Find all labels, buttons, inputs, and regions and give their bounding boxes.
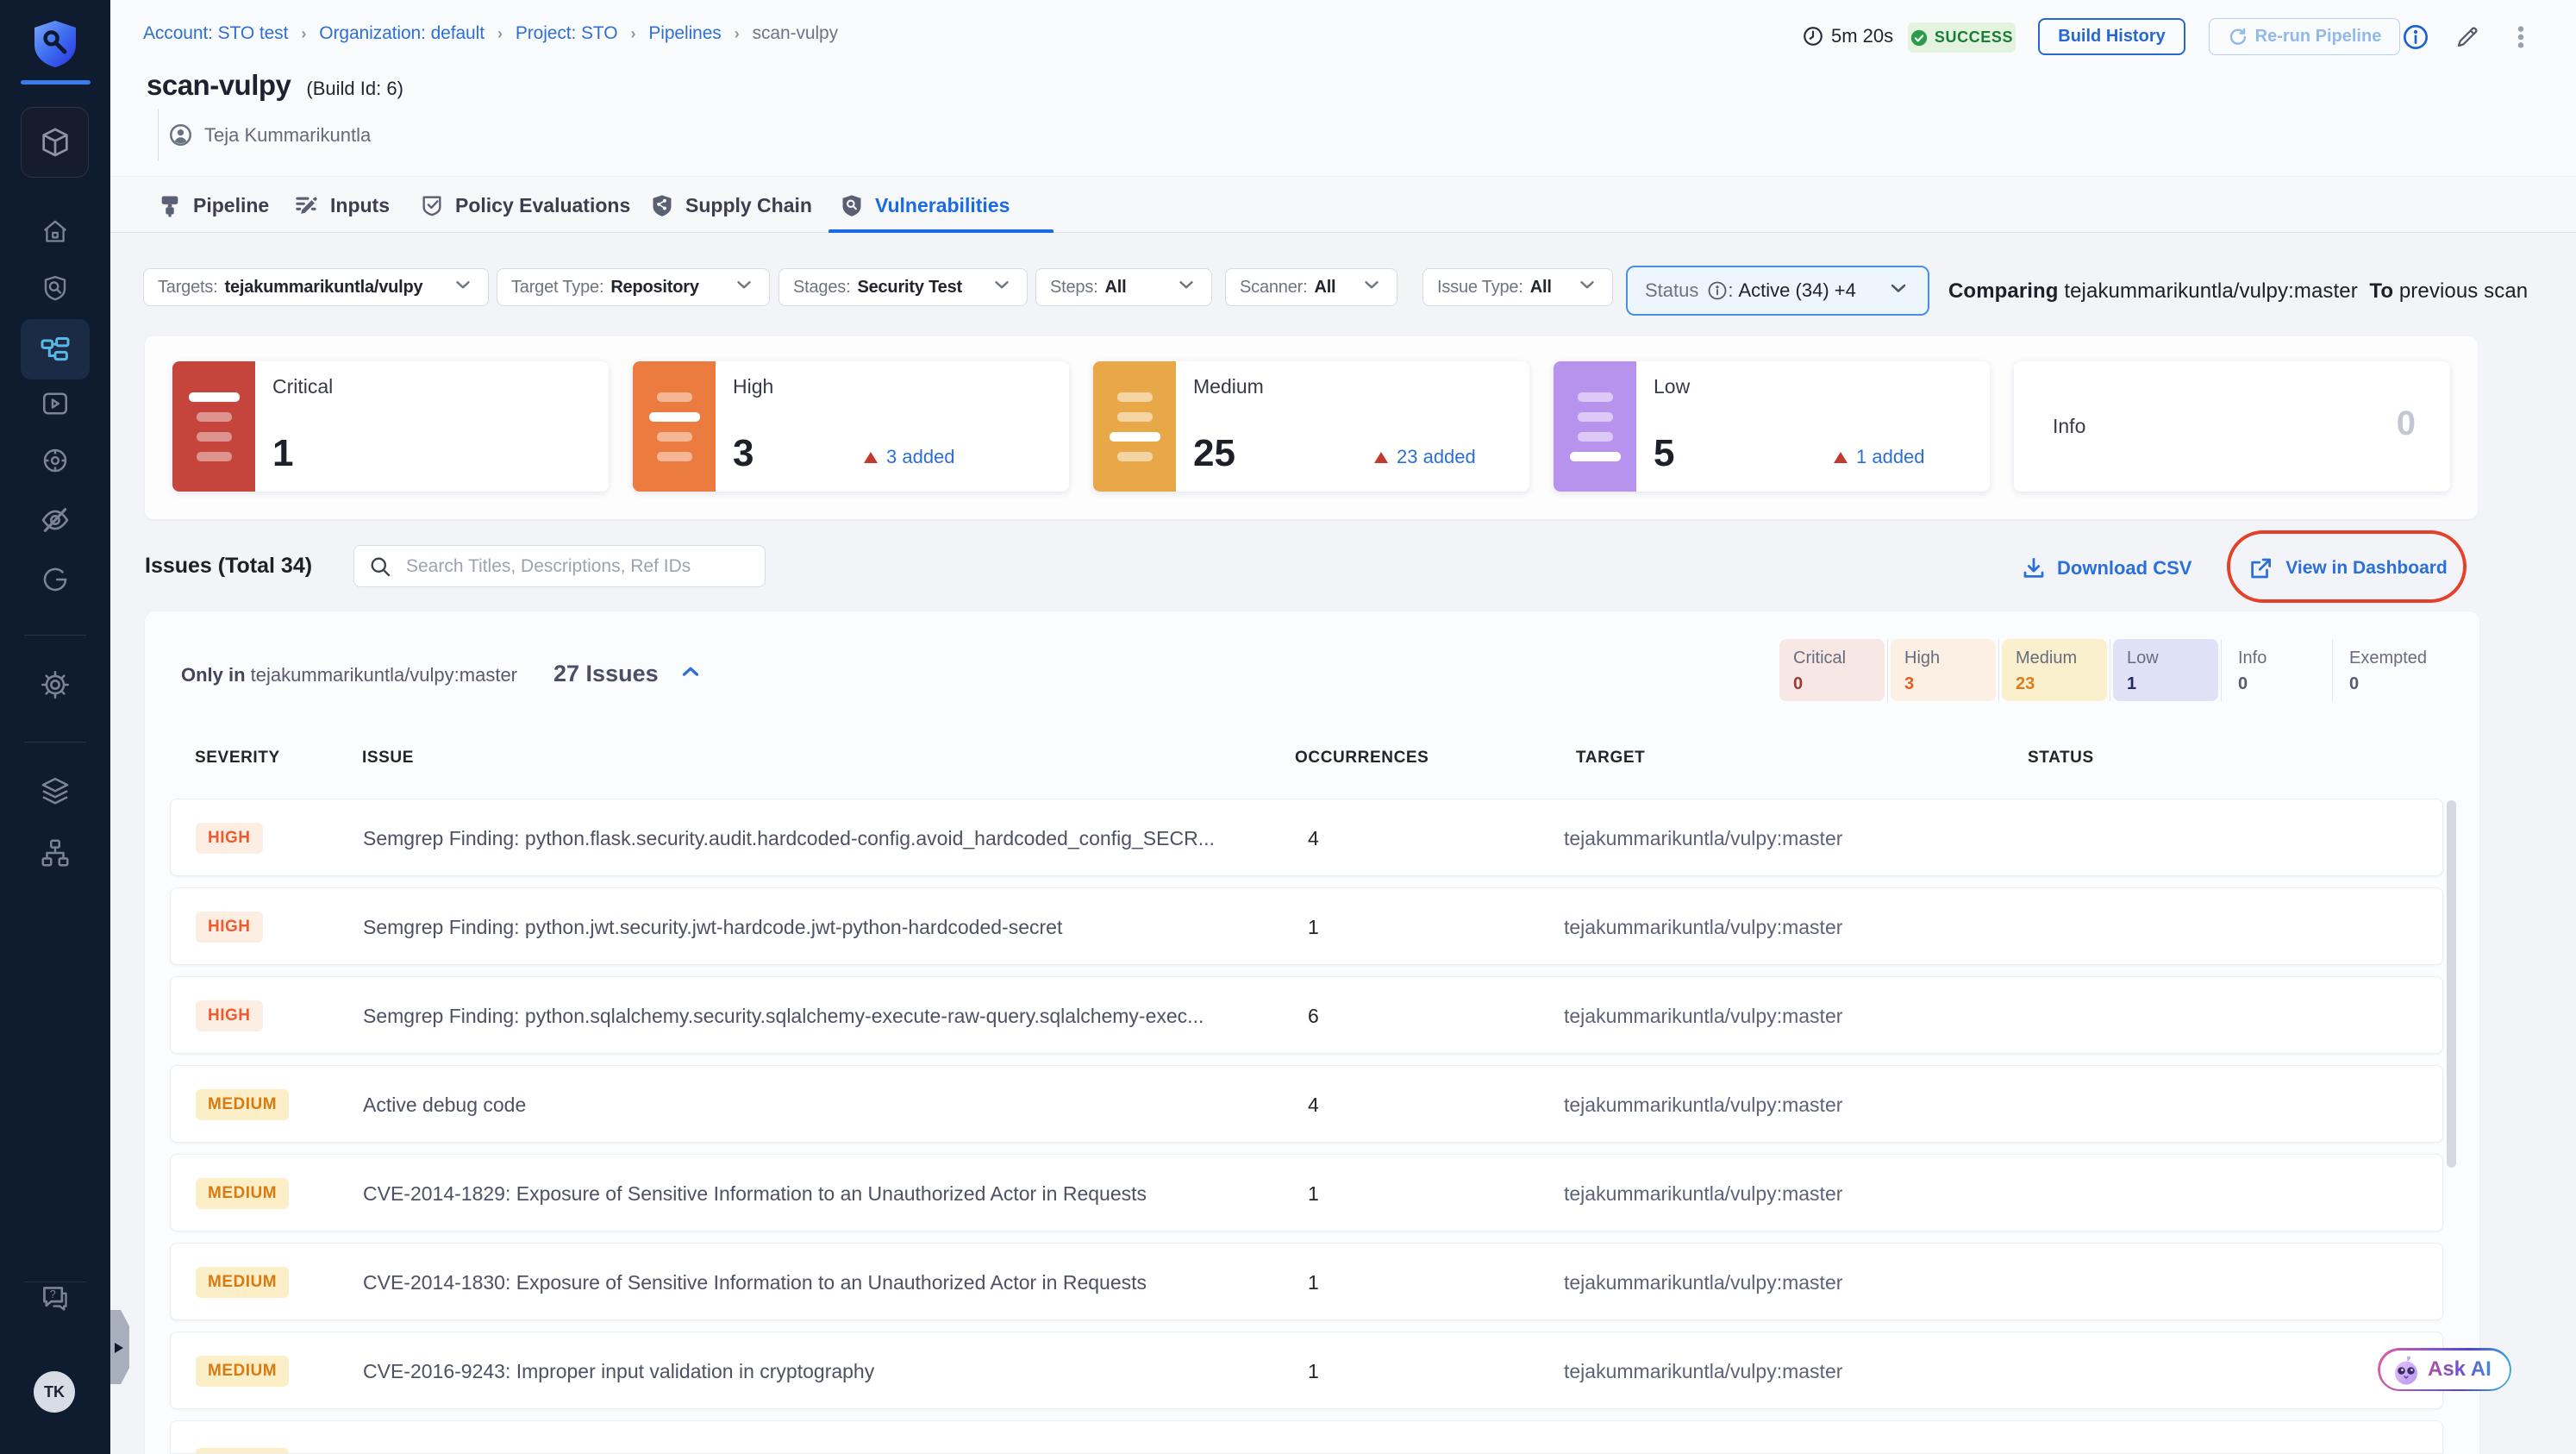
svg-text:?: ?	[50, 1288, 56, 1300]
